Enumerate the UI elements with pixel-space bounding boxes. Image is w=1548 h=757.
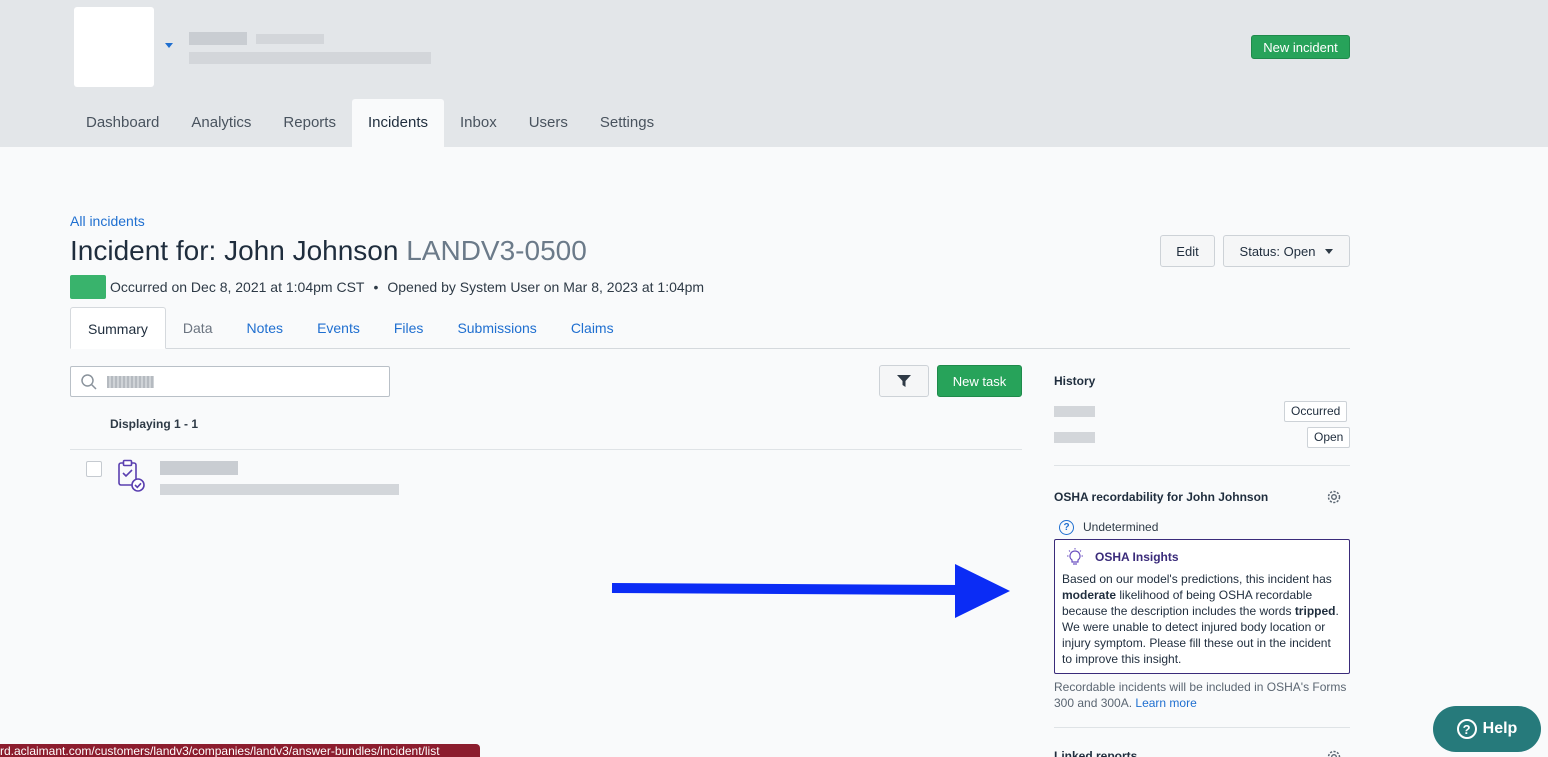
search-icon	[81, 374, 97, 390]
insights-text: Based on our model's predictions, this i…	[1062, 572, 1332, 586]
company-logo[interactable]	[74, 7, 154, 87]
status-bar-url: rd.aclaimant.com/customers/landv3/compan…	[0, 744, 480, 757]
search-placeholder-redacted	[107, 376, 154, 388]
gear-icon[interactable]	[1325, 748, 1343, 757]
insights-emphasis: moderate	[1062, 588, 1117, 602]
history-date-placeholder	[1054, 406, 1095, 417]
top-header: New incident Dashboard Analytics Reports…	[0, 0, 1548, 147]
learn-more-link[interactable]: Learn more	[1135, 696, 1196, 710]
task-checkbox[interactable]	[86, 461, 102, 477]
annotation-arrow	[611, 564, 1010, 618]
displaying-count: Displaying 1 - 1	[110, 417, 199, 431]
filter-icon	[897, 375, 911, 387]
severity-tag	[70, 275, 106, 299]
incident-meta: Occurred on Dec 8, 2021 at 1:04pm CST • …	[70, 275, 704, 299]
status-label: Status: Open	[1239, 243, 1316, 259]
linked-reports-heading: Linked reports	[1054, 749, 1138, 757]
osha-status: ? Undetermined	[1059, 519, 1158, 535]
nav-settings[interactable]: Settings	[584, 99, 670, 147]
help-button[interactable]: ? Help	[1433, 706, 1541, 752]
history-badge-open: Open	[1307, 427, 1351, 448]
nav-users[interactable]: Users	[513, 99, 584, 147]
opened-text: Opened by System User on Mar 8, 2023 at …	[387, 279, 705, 295]
nav-dashboard[interactable]: Dashboard	[70, 99, 175, 147]
osha-note-text: Recordable incidents will be included in…	[1054, 680, 1347, 710]
history-date-placeholder	[1054, 432, 1095, 443]
edit-button[interactable]: Edit	[1160, 235, 1215, 267]
tab-summary[interactable]: Summary	[70, 307, 166, 349]
tab-submissions[interactable]: Submissions	[440, 307, 553, 349]
tab-files[interactable]: Files	[377, 307, 441, 349]
tab-claims[interactable]: Claims	[554, 307, 631, 349]
tab-notes[interactable]: Notes	[229, 307, 300, 349]
company-address-placeholder	[189, 52, 431, 64]
osha-note: Recordable incidents will be included in…	[1054, 679, 1350, 711]
nav-reports[interactable]: Reports	[267, 99, 352, 147]
page-title: Incident for: John Johnson LANDV3-0500	[70, 235, 587, 267]
task-subtitle-placeholder	[160, 484, 399, 495]
occurred-text: Occurred on Dec 8, 2021 at 1:04pm CST	[110, 279, 365, 295]
task-search-input[interactable]	[70, 366, 390, 397]
incident-tabs: Summary Data Notes Events Files Submissi…	[70, 307, 1350, 349]
history-badge-occurred: Occurred	[1284, 401, 1348, 422]
task-title-placeholder[interactable]	[160, 461, 238, 475]
company-subname-placeholder	[256, 34, 324, 44]
new-task-button[interactable]: New task	[937, 365, 1022, 397]
lightbulb-icon	[1067, 548, 1083, 565]
osha-status-text: Undetermined	[1083, 520, 1159, 534]
help-label: Help	[1482, 720, 1518, 737]
nav-inbox[interactable]: Inbox	[444, 99, 513, 147]
list-divider	[70, 449, 1022, 450]
tab-data[interactable]: Data	[166, 307, 230, 349]
status-dropdown[interactable]: Status: Open	[1223, 235, 1350, 267]
history-heading: History	[1054, 374, 1096, 388]
osha-heading: OSHA recordability for John Johnson	[1054, 490, 1269, 504]
breadcrumb-all-incidents[interactable]: All incidents	[70, 213, 145, 229]
insights-title: OSHA Insights	[1095, 550, 1179, 564]
meta-separator: •	[373, 279, 379, 295]
tab-events[interactable]: Events	[300, 307, 377, 349]
main-nav: Dashboard Analytics Reports Incidents In…	[70, 99, 670, 147]
page-title-text: Incident for: John Johnson	[70, 235, 399, 266]
gear-icon[interactable]	[1325, 488, 1343, 506]
clipboard-check-icon	[118, 459, 145, 492]
company-name-placeholder	[189, 32, 247, 45]
chevron-down-icon	[1325, 248, 1334, 254]
nav-incidents[interactable]: Incidents	[351, 99, 444, 147]
nav-analytics[interactable]: Analytics	[175, 99, 267, 147]
chevron-down-icon[interactable]	[165, 43, 173, 48]
insights-body: Based on our model's predictions, this i…	[1062, 571, 1344, 667]
insights-emphasis: tripped	[1294, 604, 1336, 618]
question-circle-icon: ?	[1456, 719, 1477, 739]
sidebar-divider	[1054, 465, 1350, 466]
sidebar-divider	[1054, 727, 1350, 728]
incident-code: LANDV3-0500	[406, 235, 587, 266]
new-incident-button[interactable]: New incident	[1251, 35, 1350, 59]
filter-button[interactable]	[879, 365, 929, 397]
insights-header: OSHA Insights	[1065, 548, 1179, 566]
osha-insights-panel: OSHA Insights Based on our model's predi…	[1054, 539, 1350, 674]
question-circle-icon: ?	[1059, 519, 1074, 535]
